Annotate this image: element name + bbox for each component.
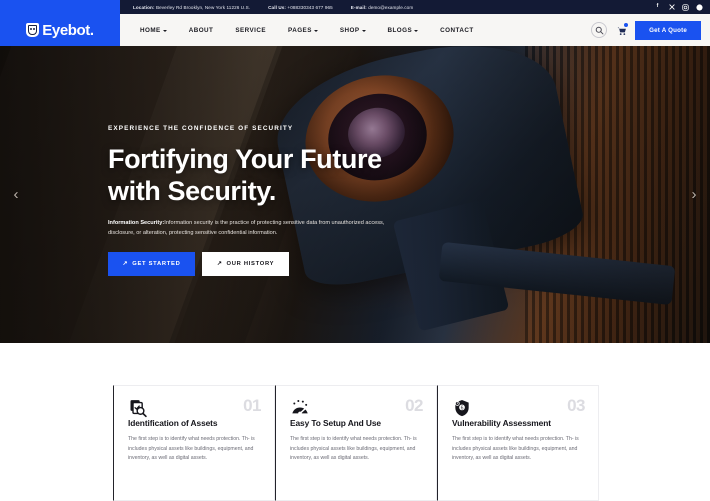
our-history-button[interactable]: ↗ OUR HISTORY	[202, 252, 289, 277]
x-twitter-icon[interactable]	[668, 4, 675, 11]
cart-icon[interactable]	[614, 22, 630, 37]
card-title: Vulnerability Assessment	[452, 418, 551, 428]
search-icon[interactable]	[591, 22, 608, 38]
card-title: Identification of Assets	[128, 418, 218, 428]
card-text: The first step is to identify what needs…	[128, 436, 255, 462]
nav-item-shop[interactable]: SHOP	[329, 27, 377, 34]
nav-label: CONTACT	[440, 26, 474, 34]
chevron-down-icon	[361, 29, 366, 32]
topbar-email[interactable]: E-mail: demo@example.com	[351, 5, 413, 10]
card-title: Easy To Setup And Use	[290, 418, 381, 428]
nav-label: SERVICE	[235, 26, 267, 34]
slider-next-arrow-icon[interactable]: ›	[683, 184, 705, 206]
topbar-phone[interactable]: Call Us: +088330343 677 965	[268, 5, 333, 10]
instagram-icon[interactable]	[682, 3, 689, 11]
our-history-label: OUR HISTORY	[226, 261, 275, 268]
shield-lock-icon: 6	[452, 398, 584, 418]
card-text: The first step is to identify what needs…	[452, 436, 579, 462]
topbar-location: Location: Beverley Rd Brooklyn, New York…	[133, 5, 250, 10]
pinterest-icon[interactable]	[696, 3, 703, 11]
location-value: Beverley Rd Brooklyn, New York 11226 U.S…	[155, 4, 251, 10]
nav-item-home[interactable]: HOME	[129, 27, 178, 34]
nav-label: ABOUT	[188, 26, 214, 34]
nav-item-contact[interactable]: CONTACT	[429, 27, 484, 34]
hero-cta-group: ↗ GET STARTED ↗ OUR HISTORY	[108, 252, 428, 277]
feature-card[interactable]: 03 6 Vulnerability Assessment The first …	[437, 385, 599, 501]
chevron-down-icon	[162, 29, 167, 32]
hero-title-line2: with Security.	[108, 176, 276, 207]
social-links: f	[654, 4, 703, 11]
location-label: Location:	[133, 4, 155, 10]
facebook-icon[interactable]: f	[654, 4, 661, 11]
topbar-logo-spacer	[0, 0, 120, 14]
main-navigation: HOME ABOUT SERVICE PAGES SHOP BLOGS CONT…	[129, 27, 485, 34]
nav-label: PAGES	[288, 26, 312, 34]
hero-slider: EXPERIENCE THE CONFIDENCE OF SECURITY Fo…	[0, 46, 710, 343]
arrow-up-right-icon: ↗	[216, 261, 223, 268]
topbar-contact-info: Location: Beverley Rd Brooklyn, New York…	[133, 5, 413, 10]
feature-card[interactable]: 02 Easy To Setup And Use The first step …	[275, 385, 437, 501]
asset-search-icon	[128, 398, 260, 418]
gauge-icon	[290, 398, 422, 418]
card-number: 02	[405, 396, 423, 415]
hero-eyebrow: EXPERIENCE THE CONFIDENCE OF SECURITY	[108, 125, 294, 132]
hero-description-strong: Information Security:	[108, 219, 165, 226]
chevron-down-icon	[313, 29, 318, 32]
cart-count-badge	[623, 22, 630, 28]
slider-prev-arrow-icon[interactable]: ‹	[5, 184, 27, 206]
get-started-button[interactable]: ↗ GET STARTED	[108, 252, 195, 277]
logo-text: Eyebot.	[42, 21, 94, 39]
nav-label: SHOP	[339, 26, 360, 34]
email-value: demo@example.com	[368, 4, 414, 10]
card-number: 01	[243, 396, 261, 415]
email-label: E-mail:	[350, 4, 367, 10]
nav-item-about[interactable]: ABOUT	[178, 27, 225, 34]
nav-label: HOME	[140, 26, 161, 34]
header-actions: Get A Quote	[591, 20, 701, 40]
top-info-bar: Location: Beverley Rd Brooklyn, New York…	[0, 0, 710, 14]
hero-title: Fortifying Your Future with Security.	[108, 143, 428, 208]
get-started-label: GET STARTED	[132, 261, 181, 268]
get-a-quote-button[interactable]: Get A Quote	[635, 20, 701, 40]
nav-item-service[interactable]: SERVICE	[224, 27, 277, 34]
hero-content: EXPERIENCE THE CONFIDENCE OF SECURITY Fo…	[108, 125, 428, 277]
feature-cards: 01 Identification of Assets The first st…	[113, 385, 599, 501]
card-number: 03	[567, 396, 585, 415]
shield-badge-icon	[26, 23, 40, 37]
site-header: Eyebot. HOME ABOUT SERVICE PAGES SHOP BL…	[0, 14, 710, 46]
card-text: The first step is to identify what needs…	[290, 436, 417, 462]
nav-label: BLOGS	[387, 26, 413, 34]
hero-description: Information Security:Information securit…	[108, 219, 408, 239]
phone-label: Call Us:	[268, 4, 287, 10]
page-root: Location: Beverley Rd Brooklyn, New York…	[0, 0, 710, 501]
site-logo[interactable]: Eyebot.	[0, 14, 120, 46]
phone-value: +088330343 677 965	[287, 4, 333, 10]
arrow-up-right-icon: ↗	[122, 261, 129, 268]
hero-title-line1: Fortifying Your Future	[108, 144, 382, 174]
svg-text:6: 6	[461, 406, 464, 412]
nav-item-blogs[interactable]: BLOGS	[377, 27, 430, 34]
nav-item-pages[interactable]: PAGES	[277, 27, 329, 34]
feature-card[interactable]: 01 Identification of Assets The first st…	[113, 385, 275, 501]
chevron-down-icon	[414, 29, 419, 32]
